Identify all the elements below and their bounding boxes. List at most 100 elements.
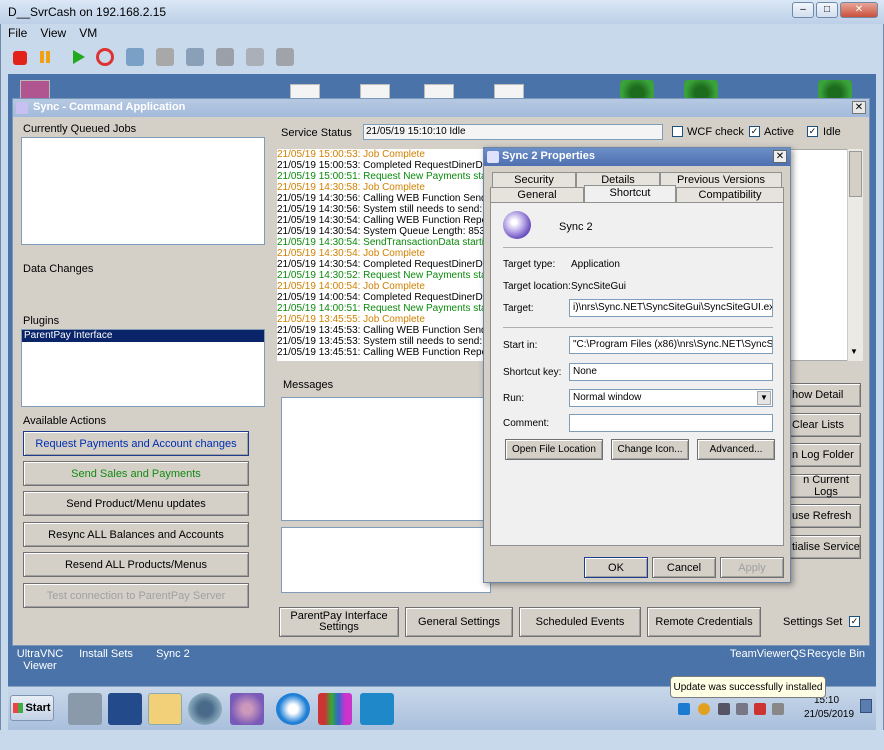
send-icon[interactable] [216, 48, 234, 66]
send-sales-button[interactable]: Send Sales and Payments [23, 461, 249, 486]
initialise-service-button[interactable]: tialise Service [785, 535, 861, 559]
clear-lists-button[interactable]: Clear Lists [785, 413, 861, 437]
tray-icon[interactable] [754, 703, 766, 715]
messages-box-lower[interactable] [281, 527, 491, 593]
wcf-check-checkbox[interactable] [672, 126, 683, 137]
menu-view[interactable]: View [40, 26, 66, 40]
idle-checkbox[interactable]: ✓ [807, 126, 818, 137]
update-notification[interactable]: Update was successfully installed [670, 676, 826, 698]
properties-close-button[interactable]: ✕ [773, 150, 787, 163]
desktop-label-sync2[interactable]: Sync 2 [144, 648, 202, 660]
open-current-logs-button[interactable]: n Current Logs [785, 474, 861, 498]
log-line: 21/05/19 15:00:53: Job Complete [277, 149, 425, 160]
available-actions-label: Available Actions [23, 415, 106, 427]
tab-previous-versions[interactable]: Previous Versions [660, 172, 782, 187]
desktop-label-ultravnc[interactable]: UltraVNC Viewer [8, 648, 72, 672]
messages-label: Messages [283, 379, 334, 391]
remote-credentials-button[interactable]: Remote Credentials [647, 607, 761, 637]
shortcut-key-field[interactable]: None [569, 363, 773, 381]
run-select[interactable]: Normal window ▼ [569, 389, 773, 407]
start-button[interactable]: Start [10, 695, 54, 721]
performance-icon[interactable] [318, 693, 352, 725]
volume-icon[interactable] [772, 703, 784, 715]
messages-box[interactable] [281, 397, 491, 521]
ok-button[interactable]: OK [584, 557, 648, 578]
open-log-folder-button[interactable]: n Log Folder [785, 443, 861, 467]
test-connection-button[interactable]: Test connection to ParentPay Server [23, 583, 249, 608]
open-file-location-button[interactable]: Open File Location [505, 439, 603, 460]
log-line: 21/05/19 13:45:51: Calling WEB Function … [277, 347, 491, 358]
log-line: 21/05/19 14:30:56: System still needs to… [277, 204, 491, 215]
settings-set-checkbox[interactable]: ✓ [849, 616, 860, 627]
tab-compatibility[interactable]: Compatibility [676, 187, 784, 202]
update-tray-icon[interactable] [678, 703, 690, 715]
clock-date[interactable]: 21/05/2019 [804, 709, 854, 720]
desktop-label-install-sets[interactable]: Install Sets [76, 648, 136, 660]
internet-explorer-icon[interactable] [276, 693, 310, 725]
advanced-button[interactable]: Advanced... [697, 439, 775, 460]
menu-file[interactable]: File [8, 26, 27, 40]
active-checkbox[interactable]: ✓ [749, 126, 760, 137]
show-desktop-button[interactable] [860, 699, 872, 713]
scheduled-events-button[interactable]: Scheduled Events [519, 607, 641, 637]
activity-log[interactable]: 21/05/19 15:00:53: Job Complete 21/05/19 … [277, 149, 491, 361]
idle-label: Idle [823, 126, 841, 138]
apply-button[interactable]: Apply [720, 557, 784, 578]
sync-taskbar-icon[interactable] [230, 693, 264, 725]
user-icon[interactable] [360, 693, 394, 725]
parentpay-settings-button[interactable]: ParentPay Interface Settings [279, 607, 399, 637]
pointer-icon[interactable] [276, 48, 294, 66]
log-line: 21/05/19 14:30:54: Job Complete [277, 248, 425, 259]
play-icon[interactable] [68, 48, 86, 66]
pause-refresh-button[interactable]: use Refresh [785, 504, 861, 528]
log-line: 21/05/19 13:45:55: Job Complete [277, 314, 425, 325]
sync-shortcut-icon [503, 211, 531, 239]
resend-products-button[interactable]: Resend ALL Products/Menus [23, 552, 249, 577]
desktop-label-recycle-bin[interactable]: Recycle Bin [806, 648, 866, 660]
close-button[interactable]: ✕ [840, 2, 878, 18]
plugins-list[interactable]: ParentPay Interface [21, 329, 265, 407]
refresh-icon[interactable] [96, 48, 114, 66]
minimize-button[interactable]: – [792, 2, 814, 18]
target-location-label: Target location: [503, 281, 571, 292]
scroll-down-icon[interactable]: ▼ [850, 347, 858, 356]
powershell-icon[interactable] [108, 693, 142, 725]
network-icon[interactable] [188, 693, 222, 725]
tab-general[interactable]: General [490, 187, 584, 202]
show-detail-button[interactable]: how Detail [785, 383, 861, 407]
snapshot-icon[interactable] [126, 48, 144, 66]
request-payments-button[interactable]: Request Payments and Account changes [23, 431, 249, 456]
sync-close-button[interactable]: ✕ [852, 101, 866, 114]
pause-icon[interactable] [36, 48, 54, 66]
maximize-button[interactable]: □ [816, 2, 838, 18]
log-scrollbar[interactable]: ▼ [847, 149, 863, 361]
plugin-item[interactable]: ParentPay Interface [22, 330, 264, 342]
change-icon-button[interactable]: Change Icon... [611, 439, 689, 460]
comment-field[interactable] [569, 414, 773, 432]
run-select-value: Normal window [573, 392, 642, 403]
chevron-down-icon[interactable]: ▼ [757, 391, 771, 405]
tray-icon[interactable] [698, 703, 710, 715]
resync-balances-button[interactable]: Resync ALL Balances and Accounts [23, 522, 249, 547]
start-in-field[interactable]: "C:\Program Files (x86)\nrs\Sync.NET\Syn… [569, 336, 773, 354]
send-product-updates-button[interactable]: Send Product/Menu updates [23, 491, 249, 516]
comment-label: Comment: [503, 418, 550, 429]
tray-icon[interactable] [736, 703, 748, 715]
tools-icon[interactable] [246, 48, 264, 66]
target-field[interactable]: i)\nrs\Sync.NET\SyncSiteGui\SyncSiteGUI.… [569, 299, 773, 317]
tab-shortcut[interactable]: Shortcut [584, 185, 676, 202]
desktop-label-teamviewer[interactable]: TeamViewerQS [728, 648, 808, 660]
settings-icon[interactable] [186, 48, 204, 66]
tray-icon[interactable] [718, 703, 730, 715]
explorer-icon[interactable] [148, 693, 182, 725]
scroll-thumb[interactable] [849, 151, 862, 197]
cancel-button[interactable]: Cancel [652, 557, 716, 578]
tab-security[interactable]: Security [492, 172, 576, 187]
snapshot-manage-icon[interactable] [156, 48, 174, 66]
vm-menu-bar: File View VM [8, 26, 107, 44]
stop-icon[interactable] [13, 51, 27, 65]
general-settings-button[interactable]: General Settings [405, 607, 513, 637]
menu-vm[interactable]: VM [79, 26, 97, 40]
server-manager-icon[interactable] [68, 693, 102, 725]
queued-jobs-list[interactable] [21, 137, 265, 245]
